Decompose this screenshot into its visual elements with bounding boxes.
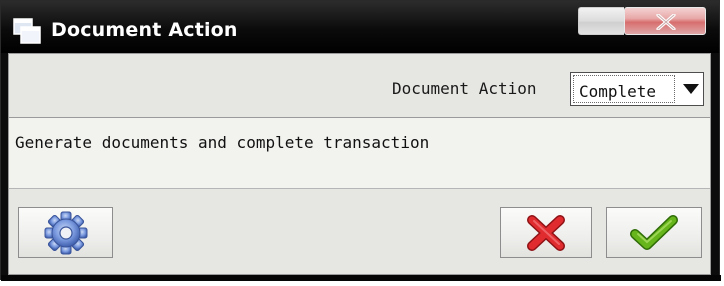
cancel-button[interactable] <box>500 207 592 258</box>
ok-button[interactable] <box>606 207 702 258</box>
document-action-value: Complete <box>579 82 657 101</box>
close-button[interactable] <box>624 7 706 35</box>
checkmark-icon <box>630 214 678 250</box>
window-title: Document Action <box>51 19 238 41</box>
dialog-body: Document Action Complete Generate docume… <box>8 53 711 275</box>
close-icon <box>656 14 676 30</box>
cancel-x-icon <box>527 214 565 251</box>
document-action-label: Document Action <box>392 79 537 98</box>
window-icon <box>13 18 41 44</box>
restore-button[interactable] <box>578 7 624 35</box>
select-focus-box: Complete <box>573 75 675 103</box>
settings-button[interactable] <box>18 207 113 258</box>
document-action-window: Document Action Document Action Complete… <box>0 0 721 281</box>
gear-icon <box>44 211 87 254</box>
document-action-select[interactable]: Complete <box>570 72 704 106</box>
title-bar[interactable]: Document Action <box>1 1 719 53</box>
window-bottom-border <box>1 275 721 281</box>
chevron-down-icon[interactable] <box>683 84 699 94</box>
action-description: Generate documents and complete transact… <box>15 133 430 152</box>
description-panel: Generate documents and complete transact… <box>9 117 710 189</box>
